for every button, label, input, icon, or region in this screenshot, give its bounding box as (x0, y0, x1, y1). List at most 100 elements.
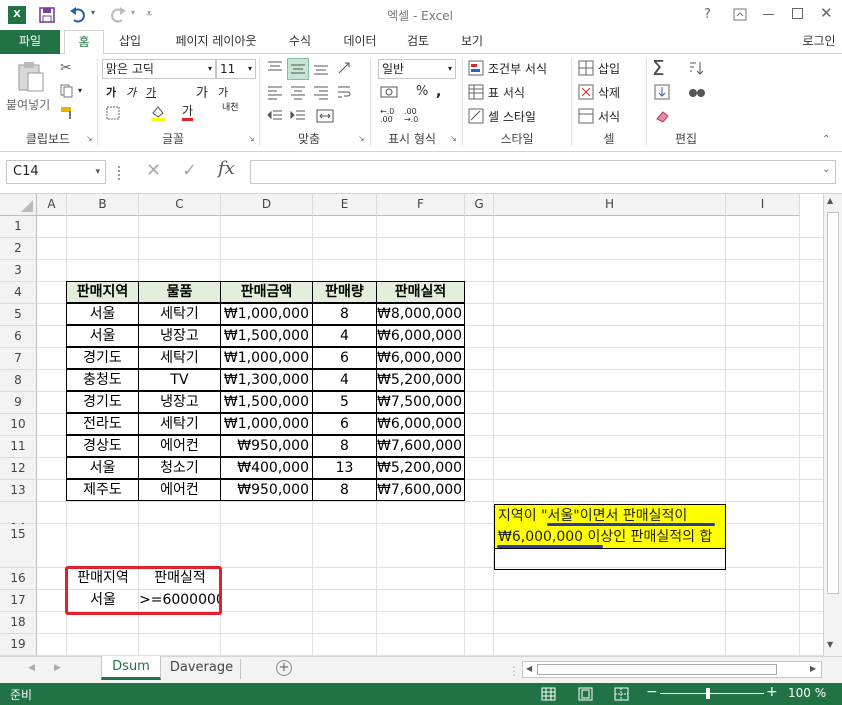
table-header-amount[interactable]: 판매금액 (220, 281, 313, 303)
scroll-left-icon[interactable]: ◀ (526, 664, 532, 673)
delete-cells-icon[interactable] (578, 84, 594, 100)
tab-insert[interactable]: 삽입 (108, 30, 152, 54)
tab-review[interactable]: 검토 (396, 30, 440, 54)
tab-view[interactable]: 보기 (450, 30, 494, 54)
row-header-16[interactable]: 16 (0, 568, 37, 590)
vertical-scroll-thumb[interactable] (827, 212, 839, 594)
format-as-table-button[interactable]: 표 서식 (488, 84, 525, 101)
tab-page-layout[interactable]: 페이지 레이아웃 (160, 30, 272, 54)
row-header-3[interactable]: 3 (0, 260, 37, 282)
table-cell-amount[interactable]: ₩950,000 (220, 435, 313, 457)
normal-view-icon[interactable] (541, 687, 556, 701)
tab-home[interactable]: 홈 (64, 30, 104, 55)
autosum-icon[interactable]: Σ (652, 56, 665, 80)
format-painter-icon[interactable] (60, 106, 76, 120)
redo-dropdown-icon[interactable]: ▾ (131, 8, 135, 17)
italic-button[interactable]: 가 (126, 84, 136, 100)
page-break-view-icon[interactable] (614, 687, 629, 701)
align-center-icon[interactable] (289, 84, 307, 100)
merge-center-icon[interactable] (316, 108, 334, 124)
insert-function-button[interactable]: fx (218, 158, 235, 179)
column-header-d[interactable]: D (221, 194, 313, 216)
horizontal-scroll-thumb[interactable] (537, 664, 777, 675)
row-header-4[interactable]: 4 (0, 282, 37, 304)
table-cell-region[interactable]: 제주도 (66, 479, 139, 501)
find-select-icon[interactable] (688, 84, 706, 100)
table-cell-item[interactable]: 에어컨 (138, 435, 221, 457)
customize-qat-icon[interactable]: ⩡ (146, 7, 152, 21)
underline-button[interactable]: 가 (146, 84, 156, 100)
percent-style-icon[interactable]: % (416, 84, 428, 99)
row-header-1[interactable]: 1 (0, 216, 37, 238)
table-header-region[interactable]: 판매지역 (66, 281, 139, 303)
redo-icon[interactable] (108, 6, 128, 24)
cancel-entry-icon[interactable]: ✕ (146, 160, 161, 181)
font-color-button[interactable]: 가 (182, 104, 194, 121)
row-header-12[interactable]: 12 (0, 458, 37, 480)
font-size-select[interactable]: 11 ▾ (216, 59, 256, 79)
undo-icon[interactable] (68, 6, 88, 24)
decrease-decimal-icon[interactable]: .00 →.0 (404, 108, 418, 124)
table-cell-amount[interactable]: ₩1,000,000 (220, 347, 313, 369)
align-right-icon[interactable] (312, 84, 330, 100)
scroll-down-icon[interactable]: ▼ (827, 640, 833, 649)
increase-indent-icon[interactable] (289, 108, 307, 124)
sheet-next-icon[interactable]: ▶ (54, 663, 61, 673)
row-header-15[interactable]: 15 (0, 524, 37, 568)
table-cell-region[interactable]: 서울 (66, 303, 139, 325)
insert-cells-icon[interactable] (578, 60, 594, 76)
select-all-button[interactable] (0, 194, 37, 216)
row-header-10[interactable]: 10 (0, 414, 37, 436)
number-launcher-icon[interactable]: ↘ (450, 134, 457, 143)
zoom-slider-thumb[interactable] (706, 688, 710, 699)
table-cell-amount[interactable]: ₩1,000,000 (220, 413, 313, 435)
table-cell-item[interactable]: 세탁기 (138, 303, 221, 325)
table-cell-amount[interactable]: ₩1,000,000 (220, 303, 313, 325)
table-cell-amount[interactable]: ₩1,500,000 (220, 391, 313, 413)
table-cell-amount[interactable]: ₩1,500,000 (220, 325, 313, 347)
column-header-e[interactable]: E (313, 194, 377, 216)
table-cell-amount[interactable]: ₩1,300,000 (220, 369, 313, 391)
table-cell-item[interactable]: 에어컨 (138, 479, 221, 501)
scroll-right-icon[interactable]: ▶ (810, 664, 816, 673)
table-header-qty[interactable]: 판매량 (312, 281, 377, 303)
accounting-format-icon[interactable] (380, 84, 404, 100)
align-left-icon[interactable] (266, 84, 284, 100)
table-cell-sales[interactable]: ₩7,500,000 (376, 391, 465, 413)
table-cell-sales[interactable]: ₩6,000,000 (376, 347, 465, 369)
formula-input[interactable] (250, 160, 836, 184)
table-cell-item[interactable]: 세탁기 (138, 347, 221, 369)
table-cell-qty[interactable]: 5 (312, 391, 377, 413)
format-as-table-icon[interactable] (468, 84, 484, 100)
worksheet-grid[interactable]: ABCDEFGHI 12345678910111213141516171819 … (0, 194, 823, 656)
tab-formulas[interactable]: 수식 (278, 30, 322, 54)
table-cell-region[interactable]: 경기도 (66, 391, 139, 413)
align-middle-icon[interactable] (287, 58, 309, 80)
undo-dropdown-icon[interactable]: ▾ (91, 8, 95, 17)
table-cell-item[interactable]: 세탁기 (138, 413, 221, 435)
conditional-format-icon[interactable] (468, 60, 484, 76)
wrap-text-icon[interactable] (336, 84, 352, 100)
table-cell-region[interactable]: 경기도 (66, 347, 139, 369)
clipboard-launcher-icon[interactable]: ↘ (86, 134, 93, 143)
vertical-scrollbar[interactable]: ▲ ▼ (823, 194, 842, 656)
phonetic-button[interactable]: 내천 (222, 104, 240, 113)
help-button[interactable]: ? (704, 7, 711, 22)
table-cell-region[interactable]: 서울 (66, 325, 139, 347)
sheet-prev-icon[interactable]: ◀ (28, 663, 35, 673)
column-header-b[interactable]: B (67, 194, 139, 216)
bold-button[interactable]: 가 (106, 84, 116, 100)
cell-styles-icon[interactable] (468, 108, 484, 124)
delete-cells-button[interactable]: 삭제 (598, 84, 620, 101)
table-cell-qty[interactable]: 6 (312, 347, 377, 369)
table-cell-sales[interactable]: ₩7,600,000 (376, 479, 465, 501)
fill-color-icon[interactable] (150, 104, 166, 122)
table-header-sales[interactable]: 판매실적 (376, 281, 465, 303)
row-header-9[interactable]: 9 (0, 392, 37, 414)
table-cell-qty[interactable]: 8 (312, 303, 377, 325)
name-box[interactable]: C14 ▾ (6, 160, 106, 184)
table-cell-sales[interactable]: ₩5,200,000 (376, 457, 465, 479)
minimize-button[interactable] (763, 14, 774, 15)
number-format-select[interactable]: 일반 ▾ (378, 59, 456, 79)
table-cell-item[interactable]: 청소기 (138, 457, 221, 479)
